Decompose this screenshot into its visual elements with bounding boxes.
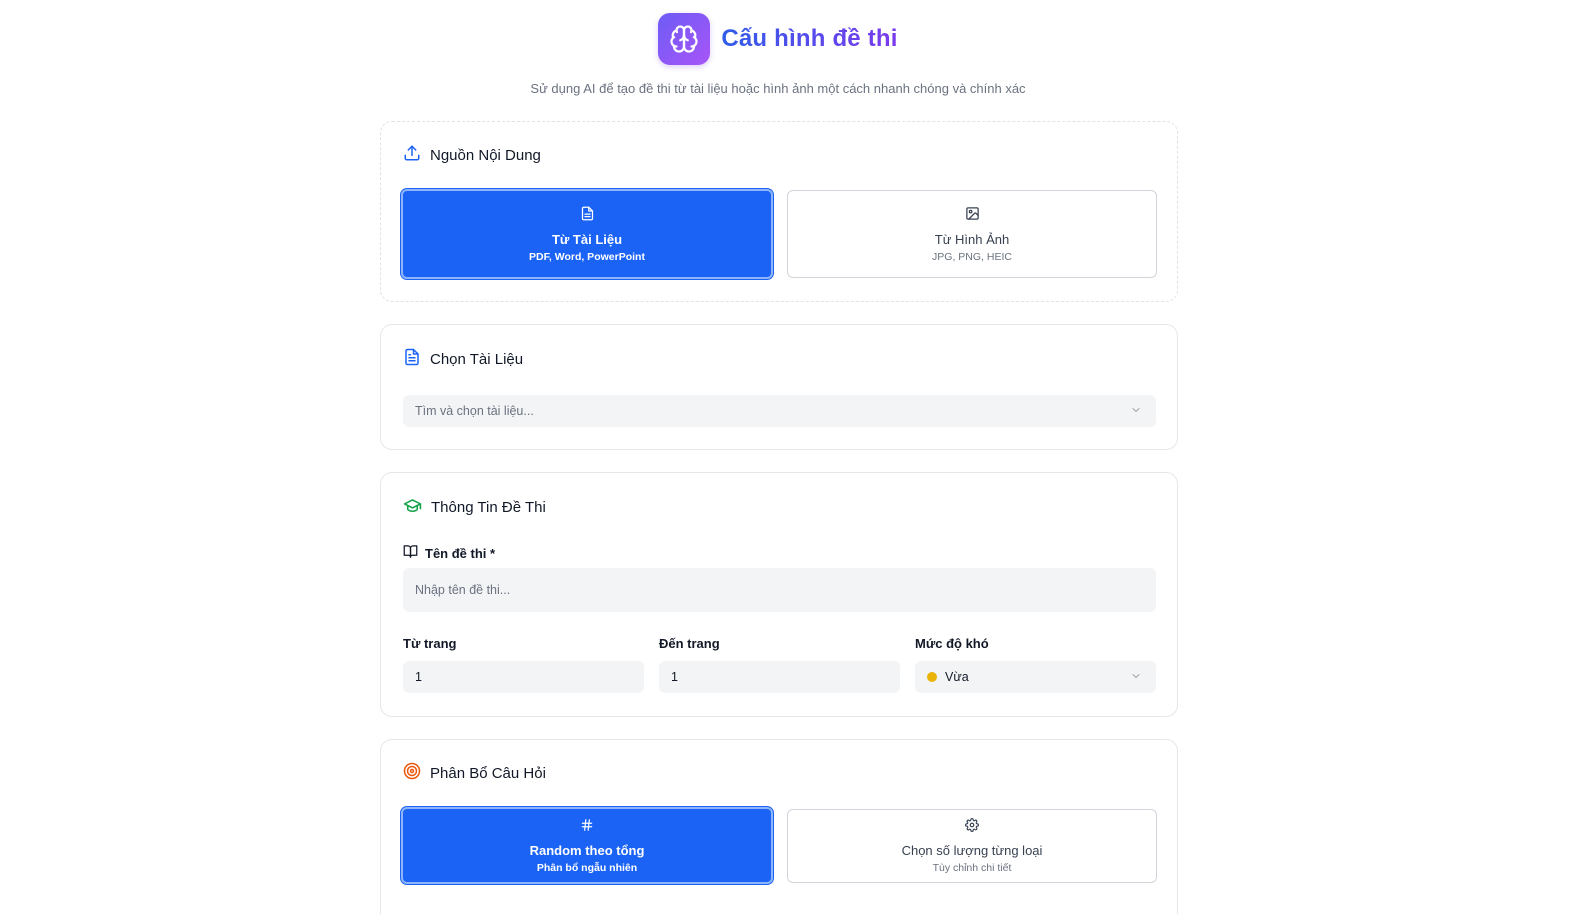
exam-name-label: Tên đề thi * [403, 544, 495, 562]
difficulty-dot [927, 672, 937, 682]
source-option-image-label: Từ Hình Ảnh [934, 231, 1010, 247]
brain-icon [658, 13, 711, 65]
document-card: Chọn Tài Liệu Tìm và chọn tài liệu... [380, 324, 1178, 450]
exam-name-placeholder: Nhập tên đề thi... [415, 583, 511, 597]
from-page-value: 1 [415, 670, 422, 684]
distribution-card: Phân Bổ Câu Hỏi Random theo tổng Phân bổ… [380, 739, 1178, 914]
target-icon [403, 762, 421, 784]
book-open-icon [403, 544, 418, 562]
exam-info-title-text: Thông Tin Đề Thi [431, 499, 546, 516]
distribution-card-title: Phân Bổ Câu Hỏi [403, 762, 546, 784]
upload-icon [403, 144, 421, 166]
document-select[interactable]: Tìm và chọn tài liệu... [403, 395, 1156, 427]
difficulty-label: Mức độ khó [915, 636, 989, 651]
document-title-text: Chọn Tài Liệu [430, 350, 524, 368]
from-page-input[interactable]: 1 [403, 661, 644, 693]
distribution-option-random-label: Random theo tổng [529, 842, 645, 858]
required-mark: * [490, 545, 496, 561]
graduation-cap-icon [403, 496, 422, 519]
page-subtitle: Sử dụng AI để tạo đề thi từ tài liệu hoặ… [530, 81, 1026, 96]
from-page-label: Từ trang [403, 636, 457, 651]
gear-icon [965, 818, 979, 837]
exam-info-card: Thông Tin Đề Thi Tên đề thi * Nhập tên đ… [380, 472, 1178, 717]
source-card: Nguồn Nội Dung Từ Tài Liệu PDF, Word, Po… [380, 121, 1178, 302]
source-option-document[interactable]: Từ Tài Liệu PDF, Word, PowerPoint [401, 189, 773, 279]
document-select-placeholder: Tìm và chọn tài liệu... [415, 404, 534, 418]
source-option-document-label: Từ Tài Liệu [551, 231, 623, 247]
page-title: Cấu hình đề thi [721, 25, 898, 52]
distribution-option-custom[interactable]: Chọn số lượng từng loại Tùy chỉnh chi ti… [787, 809, 1157, 883]
chevron-down-icon [1130, 670, 1142, 685]
distribution-title-text: Phân Bổ Câu Hỏi [430, 764, 546, 782]
difficulty-value: Vừa [945, 670, 969, 684]
source-option-document-sub: PDF, Word, PowerPoint [529, 250, 645, 263]
difficulty-select[interactable]: Vừa [915, 661, 1156, 693]
distribution-option-random-sub: Phân bổ ngẫu nhiên [536, 861, 638, 874]
distribution-option-custom-sub: Tùy chỉnh chi tiết [932, 862, 1012, 874]
source-option-image[interactable]: Từ Hình Ảnh JPG, PNG, HEIC [787, 190, 1157, 278]
hash-icon [580, 818, 594, 837]
exam-info-card-title: Thông Tin Đề Thi [403, 496, 546, 519]
image-icon [965, 206, 980, 226]
file-text-icon [403, 348, 421, 370]
page-header: Cấu hình đề thi [0, 13, 1556, 65]
source-option-image-sub: JPG, PNG, HEIC [932, 250, 1012, 263]
to-page-value: 1 [671, 670, 678, 684]
chevron-down-icon [1130, 404, 1142, 419]
exam-name-input[interactable]: Nhập tên đề thi... [403, 568, 1156, 612]
to-page-input[interactable]: 1 [659, 661, 900, 693]
document-icon [580, 206, 595, 226]
to-page-label: Đến trang [659, 636, 720, 651]
distribution-option-random[interactable]: Random theo tổng Phân bổ ngẫu nhiên [401, 807, 773, 884]
source-title-text: Nguồn Nội Dung [430, 146, 541, 164]
exam-name-label-text: Tên đề thi [425, 545, 487, 561]
distribution-option-custom-label: Chọn số lượng từng loại [901, 843, 1043, 858]
source-card-title: Nguồn Nội Dung [403, 144, 541, 166]
document-card-title: Chọn Tài Liệu [403, 348, 523, 370]
